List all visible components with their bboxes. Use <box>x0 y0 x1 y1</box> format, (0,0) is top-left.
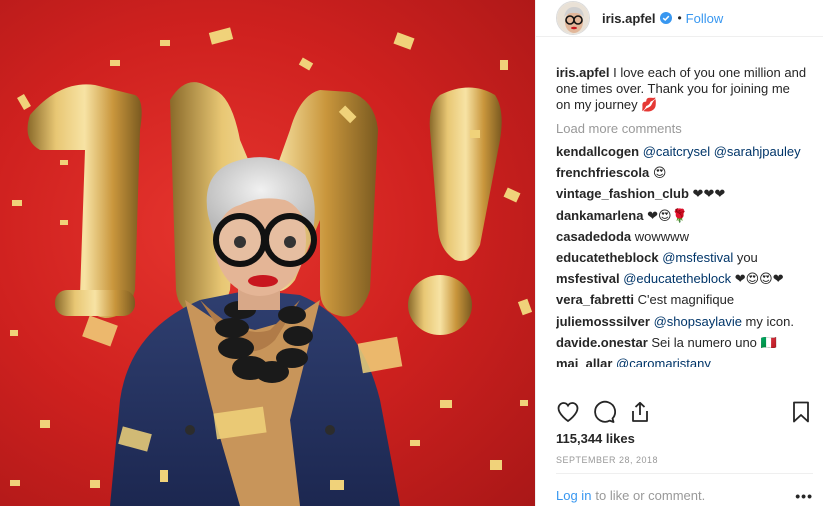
comment-username[interactable]: casadedoda <box>556 229 631 244</box>
header-separator: • <box>677 11 682 25</box>
comment-text: wowwww <box>634 228 689 244</box>
action-bar <box>556 396 813 428</box>
comment-row: msfestival @educatetheblock ❤😍😍❤ <box>556 271 807 292</box>
comment-text: C'est magnifique <box>637 292 735 308</box>
comment-row: kendallcogen @caitcrysel @sarahjpauley <box>556 144 807 165</box>
comment-row: davide.onestar Sei la numero uno 🇮🇹 <box>556 335 807 356</box>
comment-mention[interactable]: @msfestival <box>662 250 733 265</box>
comment-text: you <box>733 249 758 265</box>
more-options-icon[interactable]: ••• <box>795 489 813 503</box>
post-panel: iris.apfel • Follow iris.apfel I love ea… <box>535 0 823 506</box>
header-username[interactable]: iris.apfel <box>602 11 655 26</box>
comment-username[interactable]: vintage_fashion_club <box>556 186 689 201</box>
comment-text: 😍 <box>652 165 667 181</box>
comment-username[interactable]: frenchfriescola <box>556 165 649 180</box>
comments-section: iris.apfel I love each of you one millio… <box>536 37 823 367</box>
comment-icon[interactable] <box>592 400 616 424</box>
comment-mention[interactable]: @educatetheblock <box>623 271 731 286</box>
comment-mention[interactable]: @caitcrysel <box>643 144 710 159</box>
comment-username[interactable]: msfestival <box>556 271 620 286</box>
comment-username[interactable]: dankamarlena <box>556 208 643 223</box>
post-header: iris.apfel • Follow <box>536 0 823 37</box>
avatar[interactable] <box>556 1 590 35</box>
login-link[interactable]: Log in <box>556 488 591 503</box>
comment-text: ❤❤❤ <box>692 186 726 202</box>
post-photo[interactable] <box>0 0 535 506</box>
comment-username[interactable]: kendallcogen <box>556 144 639 159</box>
post-caption: iris.apfel I love each of you one millio… <box>556 65 807 113</box>
comment-username[interactable]: vera_fabretti <box>556 292 634 307</box>
bookmark-icon[interactable] <box>789 400 813 424</box>
comment-text: my icon. <box>741 313 794 329</box>
comment-username[interactable]: educatetheblock <box>556 250 659 265</box>
comment-row: dankamarlena ❤😍🌹 <box>556 208 807 229</box>
comment-row: vintage_fashion_club ❤❤❤ <box>556 186 807 207</box>
comment-username[interactable]: davide.onestar <box>556 335 648 350</box>
comment-row: juliemosssilver @shopsaylavie my icon. <box>556 314 807 335</box>
balloon-one <box>27 84 142 318</box>
follow-button[interactable]: Follow <box>686 11 724 26</box>
comment-mention[interactable]: @sarahjpauley <box>714 144 801 159</box>
comment-mention[interactable]: @caromaristany <box>616 356 711 367</box>
comment-row: vera_fabretti C'est magnifique <box>556 292 807 313</box>
comment-row: casadedoda wowwww <box>556 229 807 250</box>
share-icon[interactable] <box>628 400 652 424</box>
login-prompt-text: to like or comment. <box>595 488 706 503</box>
comment-text: Sei la numero uno 🇮🇹 <box>651 334 777 350</box>
balloon-exclamation <box>408 87 502 335</box>
photo-artwork <box>10 27 533 506</box>
comment-list: kendallcogen @caitcrysel @sarahjpauley fr… <box>556 144 807 367</box>
comment-text: ❤😍😍❤ <box>731 271 784 287</box>
divider <box>556 473 813 474</box>
login-prompt: Log in to like or comment. ••• <box>556 488 813 503</box>
comment-row: frenchfriescola 😍 <box>556 165 807 186</box>
heart-icon[interactable] <box>556 400 580 424</box>
load-more-comments-button[interactable]: Load more comments <box>556 121 807 136</box>
likes-count[interactable]: 115,344 likes <box>556 431 635 446</box>
caption-username[interactable]: iris.apfel <box>556 65 609 80</box>
post-date[interactable]: SEPTEMBER 28, 2018 <box>556 455 658 465</box>
verified-badge-icon <box>660 12 673 24</box>
comment-username[interactable]: mai_allar <box>556 356 612 367</box>
comment-row: mai_allar @caromaristany <box>556 356 807 367</box>
comment-row: educatetheblock @msfestival you <box>556 250 807 271</box>
comment-mention[interactable]: @shopsaylavie <box>654 314 742 329</box>
comment-username[interactable]: juliemosssilver <box>556 314 650 329</box>
comment-text: ❤😍🌹 <box>647 207 688 223</box>
instagram-post: iris.apfel • Follow iris.apfel I love ea… <box>0 0 823 506</box>
